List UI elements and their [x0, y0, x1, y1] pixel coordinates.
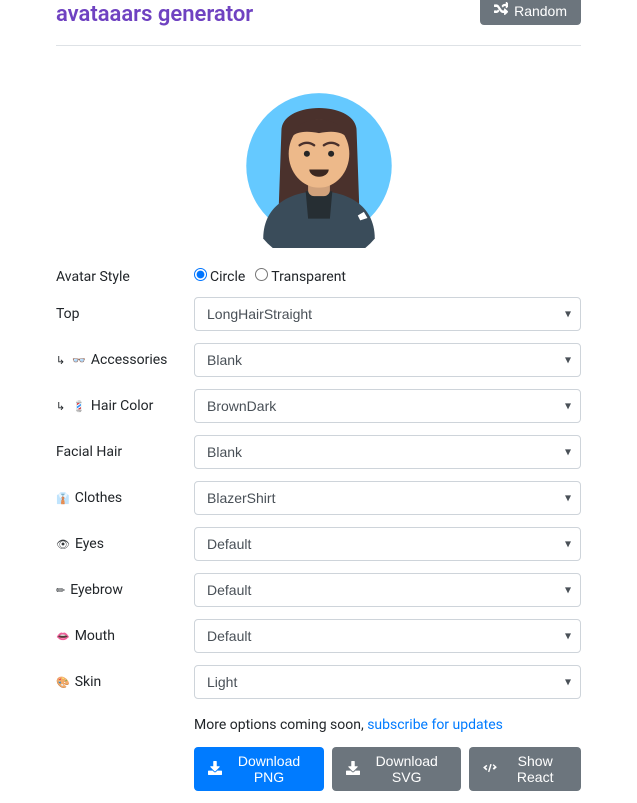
eyebrow-label: Eyebrow: [70, 582, 123, 598]
download-icon: [208, 761, 222, 778]
indent-icon: ↳: [56, 400, 65, 413]
avatar-preview: [56, 46, 581, 268]
mouth-label: Mouth: [75, 628, 115, 644]
avatar-style-transparent[interactable]: Transparent: [255, 268, 346, 285]
top-select[interactable]: LongHairStraight: [194, 297, 581, 331]
download-png-button[interactable]: Download PNG: [194, 747, 324, 791]
clothes-label: Clothes: [75, 490, 122, 506]
random-button-label: Random: [514, 3, 567, 19]
mouth-icon: 👄: [56, 630, 70, 643]
hair-color-select[interactable]: BrownDark: [194, 389, 581, 423]
shirt-icon: 👔: [56, 492, 70, 505]
show-react-label: Show React: [503, 753, 567, 785]
barber-icon: 💈: [72, 400, 86, 413]
top-label: Top: [56, 306, 80, 322]
facial-hair-label: Facial Hair: [56, 444, 122, 460]
facial-hair-select[interactable]: Blank: [194, 435, 581, 469]
download-png-label: Download PNG: [228, 753, 310, 785]
avatar-style-label: Avatar Style: [56, 269, 194, 285]
avatar-style-circle[interactable]: Circle: [194, 268, 245, 285]
hair-color-label: Hair Color: [91, 398, 153, 414]
show-react-button[interactable]: Show React: [469, 747, 581, 791]
transparent-label: Transparent: [271, 269, 346, 285]
eyes-select[interactable]: Default: [194, 527, 581, 561]
accessories-label: Accessories: [91, 352, 167, 368]
download-svg-label: Download SVG: [366, 753, 447, 785]
indent-icon: ↳: [56, 354, 65, 367]
more-options-note: More options coming soon, subscribe for …: [194, 717, 581, 733]
page-title: avataaars generator: [56, 2, 253, 27]
download-icon: [346, 761, 360, 778]
pencil-icon: ✏: [56, 584, 65, 597]
eyebrow-select[interactable]: Default: [194, 573, 581, 607]
glasses-icon: 👓: [72, 354, 86, 367]
palette-icon: 🎨: [56, 676, 70, 689]
circle-label: Circle: [210, 269, 245, 285]
skin-label: Skin: [75, 674, 102, 690]
accessories-select[interactable]: Blank: [194, 343, 581, 377]
download-svg-button[interactable]: Download SVG: [332, 747, 461, 791]
random-button[interactable]: Random: [480, 0, 581, 25]
skin-select[interactable]: Light: [194, 665, 581, 699]
clothes-select[interactable]: BlazerShirt: [194, 481, 581, 515]
eye-icon: 👁: [56, 538, 70, 551]
shuffle-icon: [494, 2, 508, 19]
code-icon: [483, 761, 497, 778]
mouth-select[interactable]: Default: [194, 619, 581, 653]
subscribe-link[interactable]: subscribe for updates: [367, 717, 503, 733]
eyes-label: Eyes: [75, 536, 104, 552]
